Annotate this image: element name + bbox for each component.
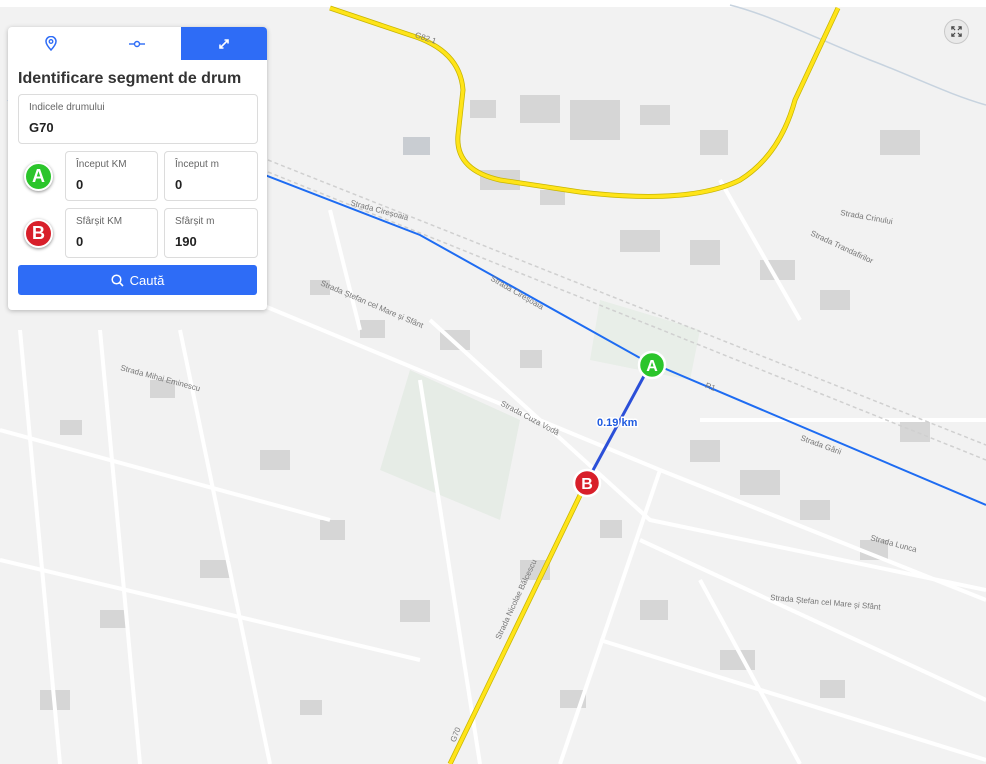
tab-expand-segment[interactable] <box>180 27 267 60</box>
segment-distance-label: 0.19 km <box>597 417 638 429</box>
map-marker-a[interactable]: A <box>637 350 667 380</box>
panel-title: Identificare segment de drum <box>18 70 242 87</box>
end-m-label: Sfârșit m <box>175 216 215 227</box>
map-marker-b[interactable]: B <box>572 468 602 498</box>
expand-arrows-icon <box>219 38 229 49</box>
fullscreen-button[interactable] <box>944 19 969 44</box>
search-icon <box>111 273 124 287</box>
road-index-label: Indicele drumului <box>29 102 105 113</box>
end-km-field[interactable]: Sfârșit KM 0 <box>65 208 158 258</box>
end-m-value: 190 <box>175 234 197 249</box>
fullscreen-icon <box>951 26 962 37</box>
start-m-field[interactable]: Început m 0 <box>164 151 258 201</box>
svg-text:B: B <box>581 476 593 493</box>
route-segment-icon <box>129 40 146 47</box>
location-pin-icon <box>45 36 57 51</box>
road-index-value: G70 <box>29 120 54 135</box>
end-km-value: 0 <box>76 234 84 249</box>
end-km-label: Sfârșit KM <box>76 216 123 227</box>
search-button-label: Caută <box>129 272 165 288</box>
start-km-value: 0 <box>76 177 84 192</box>
start-km-field[interactable]: Început KM 0 <box>65 151 158 201</box>
end-m-field[interactable]: Sfârșit m 190 <box>164 208 258 258</box>
start-marker-badge: A <box>24 162 53 191</box>
start-m-value: 0 <box>175 177 183 192</box>
tab-location[interactable] <box>8 27 94 60</box>
start-km-label: Început KM <box>76 159 127 170</box>
road-segment-panel: Identificare segment de drum Indicele dr… <box>8 27 267 310</box>
tab-route-segment[interactable] <box>94 27 180 60</box>
mode-tabs <box>8 27 267 60</box>
search-button[interactable]: Caută <box>18 265 257 295</box>
svg-text:A: A <box>646 358 658 375</box>
end-marker-badge: B <box>24 219 53 248</box>
start-m-label: Început m <box>175 159 219 170</box>
road-index-field[interactable]: Indicele drumului G70 <box>18 94 258 144</box>
